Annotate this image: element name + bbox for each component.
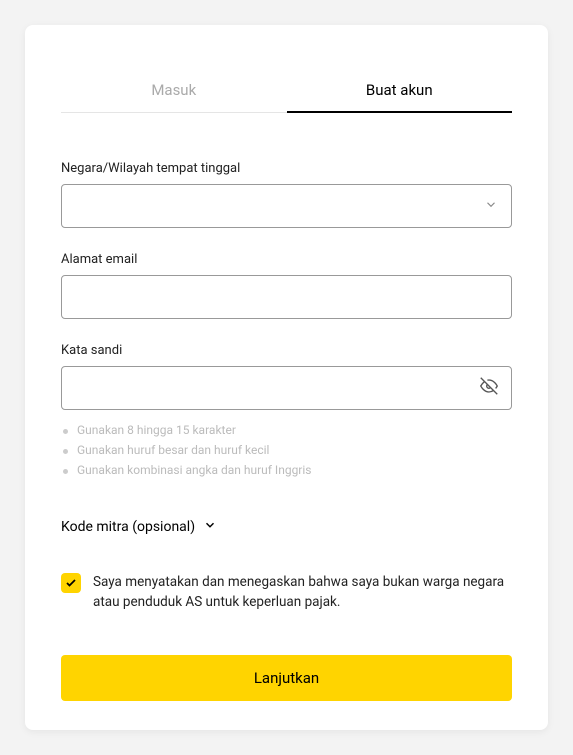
auth-tabs: Masuk Buat akun bbox=[61, 69, 512, 113]
email-field-group: Alamat email bbox=[61, 252, 512, 319]
country-label: Negara/Wilayah tempat tinggal bbox=[61, 161, 512, 176]
country-select[interactable] bbox=[61, 184, 512, 228]
agreement-checkbox[interactable] bbox=[61, 573, 81, 593]
partner-code-toggle[interactable]: Kode mitra (opsional) bbox=[61, 518, 512, 536]
email-label: Alamat email bbox=[61, 252, 512, 267]
password-wrapper bbox=[61, 366, 512, 410]
continue-button[interactable]: Lanjutkan bbox=[61, 655, 512, 701]
agreement-label: Saya menyatakan dan menegaskan bahwa say… bbox=[93, 572, 512, 613]
password-label: Kata sandi bbox=[61, 343, 512, 358]
password-field-group: Kata sandi Gunakan 8 hingga 15 karakter … bbox=[61, 343, 512, 480]
hint-item: Gunakan kombinasi angka dan huruf Inggri… bbox=[61, 460, 512, 480]
email-input[interactable] bbox=[61, 275, 512, 319]
agreement-row: Saya menyatakan dan menegaskan bahwa say… bbox=[61, 572, 512, 613]
tab-signup[interactable]: Buat akun bbox=[287, 69, 513, 113]
hint-item: Gunakan 8 hingga 15 karakter bbox=[61, 420, 512, 440]
password-input[interactable] bbox=[61, 366, 512, 410]
chevron-down-icon bbox=[203, 518, 217, 536]
eye-off-icon[interactable] bbox=[480, 377, 498, 399]
country-field-group: Negara/Wilayah tempat tinggal bbox=[61, 161, 512, 228]
tab-login[interactable]: Masuk bbox=[61, 69, 287, 113]
partner-code-label: Kode mitra (opsional) bbox=[61, 519, 195, 535]
hint-item: Gunakan huruf besar dan huruf kecil bbox=[61, 440, 512, 460]
signup-card: Masuk Buat akun Negara/Wilayah tempat ti… bbox=[25, 25, 548, 730]
country-select-wrapper bbox=[61, 184, 512, 228]
password-hints: Gunakan 8 hingga 15 karakter Gunakan hur… bbox=[61, 420, 512, 480]
